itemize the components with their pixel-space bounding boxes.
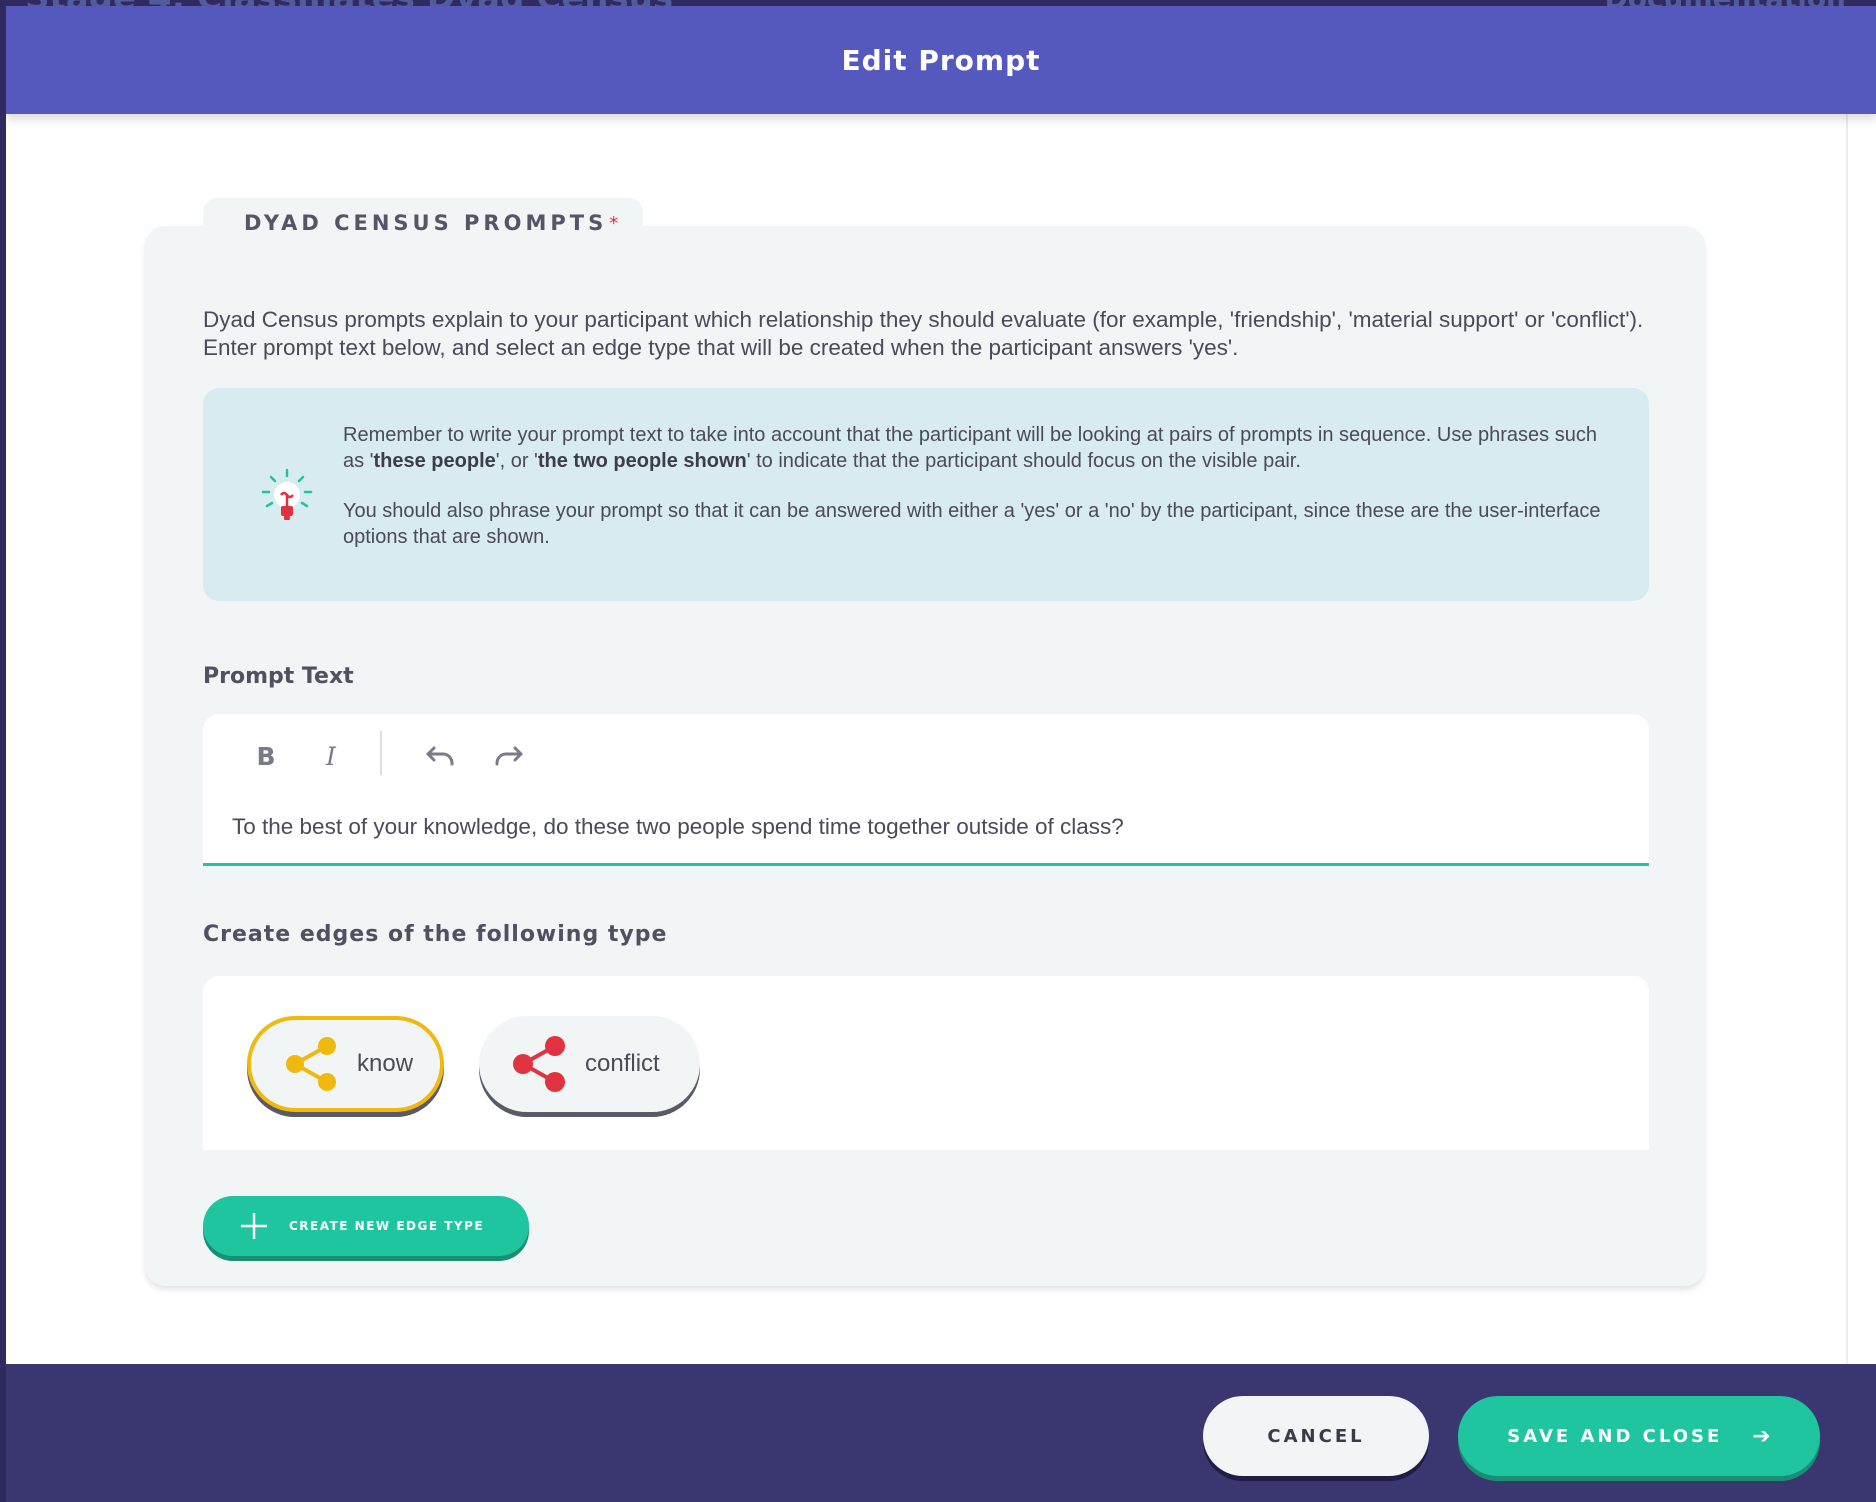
section-intro: Dyad Census prompts explain to your part…: [203, 307, 1644, 360]
prompt-text-value[interactable]: To the best of your knowledge, do these …: [232, 814, 1124, 840]
edge-option-know[interactable]: know: [247, 1016, 444, 1112]
plus-icon: [241, 1213, 267, 1239]
edge-option-conflict[interactable]: conflict: [479, 1016, 700, 1112]
prompt-text-label: Prompt Text: [203, 664, 354, 689]
create-edge-type-button[interactable]: CREATE NEW EDGE TYPE: [203, 1196, 529, 1256]
arrow-right-icon: ➔: [1752, 1423, 1771, 1449]
tip-paragraph-1: Remember to write your prompt text to ta…: [343, 424, 1597, 472]
bold-button[interactable]: B: [246, 736, 286, 776]
tip-paragraph-2: You should also phrase your prompt so th…: [343, 500, 1601, 548]
scrollbar-track[interactable]: [1846, 114, 1848, 1364]
edge-option-label: conflict: [585, 1050, 660, 1077]
undo-icon: [426, 746, 454, 766]
edge-type-label: Create edges of the following type: [203, 922, 668, 947]
redo-button[interactable]: [488, 736, 528, 776]
undo-button[interactable]: [421, 736, 461, 776]
italic-button[interactable]: I: [311, 736, 351, 776]
section-title: DYAD CENSUS PROMPTS: [244, 211, 608, 235]
modal-footer: CANCEL SAVE AND CLOSE ➔: [6, 1364, 1876, 1502]
create-edge-type-label: CREATE NEW EDGE TYPE: [289, 1219, 485, 1233]
edge-type-panel: know conflict: [203, 976, 1649, 1150]
edge-know-icon: [286, 1037, 336, 1091]
modal-title: Edit Prompt: [841, 43, 1041, 77]
edit-prompt-modal: Edit Prompt DYAD CENSUS PROMPTS * Dyad Ce…: [6, 6, 1876, 1502]
section-tab: DYAD CENSUS PROMPTS *: [203, 198, 643, 248]
modal-header: Edit Prompt: [6, 6, 1876, 114]
save-label: SAVE AND CLOSE: [1507, 1425, 1723, 1447]
tip-text: Remember to write your prompt text to ta…: [343, 422, 1603, 574]
redo-icon: [495, 746, 523, 766]
prompt-text-editor[interactable]: B I To the best of your knowledge, do th…: [203, 714, 1649, 866]
lightbulb-icon: [257, 466, 317, 530]
edge-conflict-icon: [513, 1036, 565, 1092]
cancel-button[interactable]: CANCEL: [1203, 1396, 1429, 1476]
toolbar-divider: [380, 731, 382, 775]
tip-box: Remember to write your prompt text to ta…: [203, 388, 1649, 601]
cancel-label: CANCEL: [1267, 1425, 1365, 1447]
save-and-close-button[interactable]: SAVE AND CLOSE ➔: [1458, 1396, 1820, 1476]
required-marker: *: [609, 212, 619, 234]
edge-option-label: know: [357, 1050, 414, 1077]
